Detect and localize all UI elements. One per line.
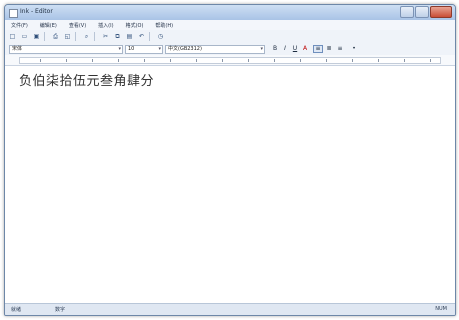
toolbar-separator <box>149 32 150 41</box>
window-controls <box>399 6 452 18</box>
chevron-down-icon: ▾ <box>260 46 263 52</box>
copy-icon[interactable]: ⧉ <box>113 33 122 41</box>
ruler-tick <box>92 59 93 62</box>
menu-edit[interactable]: 编辑(E) <box>34 20 63 30</box>
standard-toolbar: □ ▭ ▣ ⎙ ◱ ⌕ ✂ ⧉ ▤ ↶ ◷ <box>5 30 455 44</box>
new-icon[interactable]: □ <box>8 33 17 41</box>
document-text: 负伯柒拾伍元叁角肆分 <box>19 74 155 89</box>
toolbar-separator <box>44 32 45 41</box>
align-left-icon[interactable]: ≡ <box>313 45 323 53</box>
ruler-tick <box>40 59 41 62</box>
ruler-tick <box>300 59 301 62</box>
status-bar: 就绪 数字 NUM <box>5 303 455 315</box>
save-icon[interactable]: ▣ <box>32 33 41 41</box>
preview-icon[interactable]: ◱ <box>63 33 72 41</box>
ruler-tick <box>248 59 249 62</box>
window-title: Ink - Editor <box>20 8 53 15</box>
find-icon[interactable]: ⌕ <box>82 33 91 41</box>
font-value: 宋体 <box>12 46 23 52</box>
menu-file[interactable]: 文件(F) <box>5 20 34 30</box>
script-value: 中文(GB2312) <box>168 46 202 52</box>
menu-bar: 文件(F) 编辑(E) 查看(V) 插入(I) 格式(O) 帮助(H) <box>5 20 455 30</box>
bullets-icon[interactable]: • <box>350 45 358 53</box>
menu-format[interactable]: 格式(O) <box>120 20 150 30</box>
font-select[interactable]: 宋体 ▾ <box>9 45 123 54</box>
ruler-tick <box>352 59 353 62</box>
underline-icon[interactable]: U <box>291 45 299 53</box>
ruler-tick <box>144 59 145 62</box>
app-icon <box>9 9 18 18</box>
document-editor[interactable]: 负伯柒拾伍元叁角肆分 <box>5 66 455 303</box>
open-icon[interactable]: ▭ <box>20 33 29 41</box>
menu-insert[interactable]: 插入(I) <box>92 20 119 30</box>
ruler-tick <box>66 59 67 62</box>
toolbar-separator <box>75 32 76 41</box>
ruler-strip <box>19 57 441 64</box>
menu-help[interactable]: 帮助(H) <box>149 20 179 30</box>
ruler-tick <box>196 59 197 62</box>
undo-icon[interactable]: ↶ <box>137 33 146 41</box>
ruler[interactable] <box>5 55 455 66</box>
app-window: Ink - Editor 文件(F) 编辑(E) 查看(V) 插入(I) 格式(… <box>4 4 456 316</box>
ruler-tick <box>222 59 223 62</box>
align-center-icon[interactable]: ≣ <box>325 45 333 53</box>
menu-view[interactable]: 查看(V) <box>63 20 92 30</box>
status-numlock: NUM <box>435 306 447 312</box>
ruler-tick <box>430 59 431 62</box>
ruler-tick <box>404 59 405 62</box>
insert-date-icon[interactable]: ◷ <box>156 33 165 41</box>
ruler-tick <box>378 59 379 62</box>
font-size-select[interactable]: 10 ▾ <box>125 45 163 54</box>
minimize-button[interactable] <box>400 6 414 18</box>
maximize-button[interactable] <box>415 6 429 18</box>
bold-icon[interactable]: B <box>271 45 279 53</box>
cut-icon[interactable]: ✂ <box>101 33 110 41</box>
ruler-tick <box>274 59 275 62</box>
ruler-tick <box>326 59 327 62</box>
color-icon[interactable]: A <box>301 45 309 53</box>
align-right-icon[interactable]: ≡ <box>336 45 344 53</box>
script-select[interactable]: 中文(GB2312) ▾ <box>165 45 265 54</box>
title-bar[interactable]: Ink - Editor <box>5 5 455 20</box>
status-mode: 数字 <box>55 307 66 313</box>
italic-icon[interactable]: I <box>281 45 289 53</box>
ruler-tick <box>170 59 171 62</box>
ruler-tick <box>118 59 119 62</box>
paste-icon[interactable]: ▤ <box>125 33 134 41</box>
close-button[interactable] <box>430 6 452 18</box>
toolbar-separator <box>94 32 95 41</box>
chevron-down-icon: ▾ <box>158 46 161 52</box>
font-size-value: 10 <box>128 46 135 52</box>
print-icon[interactable]: ⎙ <box>51 33 60 41</box>
chevron-down-icon: ▾ <box>118 46 121 52</box>
status-ready: 就绪 <box>11 307 22 313</box>
